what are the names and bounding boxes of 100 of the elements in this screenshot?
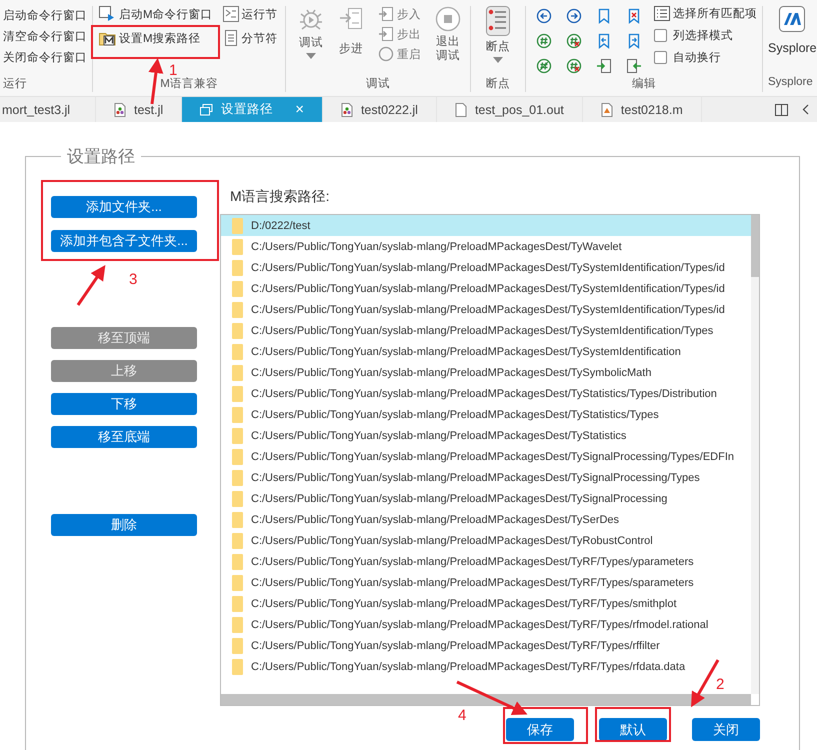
folder-icon — [232, 448, 243, 464]
ribbon-button[interactable]: 启动M命令行窗口 — [99, 6, 213, 22]
julia-file-icon — [114, 102, 126, 116]
dialog-button[interactable]: 关闭 — [692, 718, 760, 741]
scrollbar[interactable] — [751, 215, 759, 694]
path-item[interactable]: C:/Users/Public/TongYuan/syslab-mlang/PreloadMPackagesDest/TySerDes — [221, 509, 751, 530]
folder-icon — [232, 512, 243, 528]
path-item[interactable]: C:/Users/Public/TongYuan/syslab-mlang/PreloadMPackagesDest/TyWavelet — [221, 236, 751, 257]
bookmark-delete-icon[interactable] — [626, 8, 642, 24]
path-item[interactable]: C:/Users/Public/TongYuan/syslab-mlang/PreloadMPackagesDest/TySystemIdentification/Types/id — [221, 299, 751, 320]
hash-circle-icon[interactable] — [536, 33, 552, 49]
annotation-number: 1 — [169, 63, 178, 79]
list-title: M语言搜索路径: — [230, 188, 331, 206]
checkbox[interactable] — [654, 29, 667, 42]
ribbon-button[interactable]: 清空命令行窗口 — [3, 29, 87, 44]
breakpoint-list-icon — [486, 6, 510, 36]
move-button[interactable]: 移至底端 — [51, 426, 197, 448]
editor-tab[interactable]: mort_test3.jl — [0, 97, 96, 122]
matlab-file-icon — [600, 102, 613, 116]
path-item[interactable]: C:/Users/Public/TongYuan/syslab-mlang/PreloadMPackagesDest/TyStatistics/Types — [221, 404, 751, 425]
hash-circle-icon[interactable] — [536, 58, 552, 74]
folder-icon — [232, 260, 243, 276]
group-label: 运行 — [2, 76, 28, 92]
ribbon-button[interactable]: 步入 — [378, 6, 421, 22]
bookmark-right-icon[interactable] — [626, 33, 642, 49]
path-item[interactable]: C:/Users/Public/TongYuan/syslab-mlang/PreloadMPackagesDest/TySystemIdentification/Types/id — [221, 278, 751, 299]
folder-icon — [232, 302, 243, 318]
ribbon-button[interactable]: 分节符 — [222, 30, 278, 46]
checkbox[interactable] — [654, 51, 667, 64]
step-document-icon — [378, 26, 394, 42]
exit-debug-button[interactable]: 退出调试 — [435, 6, 461, 76]
path-item[interactable]: C:/Users/Public/TongYuan/syslab-mlang/PreloadMPackagesDest/TySystemIdentification — [221, 341, 751, 362]
document-arrow-icon[interactable] — [626, 58, 642, 74]
path-item[interactable]: C:/Users/Public/TongYuan/syslab-mlang/PreloadMPackagesDest/TyRF/Types/rfmodel.rational — [221, 614, 751, 635]
hash-delete-icon[interactable] — [566, 33, 582, 49]
annotation-number: 3 — [129, 272, 138, 288]
breakpoint-button[interactable]: 断点 — [486, 6, 510, 76]
add-folder-button[interactable]: 添加文件夹... — [51, 196, 197, 218]
path-item[interactable]: C:/Users/Public/TongYuan/syslab-mlang/PreloadMPackagesDest/TySymbolicMath — [221, 362, 751, 383]
scrollbar[interactable] — [221, 694, 751, 705]
section-run-icon — [222, 6, 239, 22]
move-button[interactable]: 下移 — [51, 393, 197, 415]
right-arrow-circle-icon[interactable] — [566, 8, 582, 24]
folder-icon — [232, 238, 243, 254]
folder-icon — [232, 428, 243, 444]
dialog-button[interactable]: 保存 — [506, 718, 574, 741]
folder-icon — [232, 616, 243, 632]
step-button[interactable]: 步进 — [338, 6, 364, 76]
folder-icon — [232, 658, 243, 674]
chevron-left-icon[interactable] — [802, 104, 809, 115]
left-arrow-circle-icon[interactable] — [536, 8, 552, 24]
path-item[interactable]: C:/Users/Public/TongYuan/syslab-mlang/PreloadMPackagesDest/TyRF/Types/rfdata.data — [221, 656, 751, 677]
path-item[interactable]: C:/Users/Public/TongYuan/syslab-mlang/PreloadMPackagesDest/TyStatistics — [221, 425, 751, 446]
folder-icon — [232, 638, 243, 654]
path-item[interactable]: C:/Users/Public/TongYuan/syslab-mlang/PreloadMPackagesDest/TySystemIdentification/Types — [221, 320, 751, 341]
add-folder-button[interactable]: 添加并包含子文件夹... — [51, 230, 197, 252]
folder-icon — [232, 386, 243, 402]
hash-delete-icon[interactable] — [566, 58, 582, 74]
path-item[interactable]: C:/Users/Public/TongYuan/syslab-mlang/PreloadMPackagesDest/TySignalProcessing/Types — [221, 467, 751, 488]
group-label: M语言兼容 — [159, 76, 219, 92]
annotation-arrow — [76, 265, 106, 306]
checkbox-option[interactable]: 列选择模式 — [654, 28, 757, 43]
stop-circle-icon — [435, 6, 461, 32]
path-item[interactable]: C:/Users/Public/TongYuan/syslab-mlang/PreloadMPackagesDest/TyRF/Types/sparameters — [221, 572, 751, 593]
ribbon-button[interactable]: 关闭命令行窗口 — [3, 50, 87, 65]
step-icon — [338, 6, 364, 32]
split-view-icon[interactable] — [775, 104, 788, 116]
dialog-button[interactable]: 默认 — [599, 718, 667, 741]
file-icon — [454, 102, 467, 116]
path-item[interactable]: C:/Users/Public/TongYuan/syslab-mlang/PreloadMPackagesDest/TyRF/Types/rffilter — [221, 635, 751, 656]
ribbon-button[interactable]: 步出 — [378, 26, 421, 42]
path-item[interactable]: C:/Users/Public/TongYuan/syslab-mlang/PreloadMPackagesDest/TySignalProcessing — [221, 488, 751, 509]
path-item[interactable]: C:/Users/Public/TongYuan/syslab-mlang/PreloadMPackagesDest/TyStatistics/Types/Distribution — [221, 383, 751, 404]
folder-icon — [232, 280, 243, 296]
sysplore-button[interactable]: Sysplore — [768, 6, 817, 76]
ribbon-button[interactable]: 重启 — [378, 46, 421, 62]
folder-icon — [232, 344, 243, 360]
ribbon-button[interactable]: 启动命令行窗口 — [3, 8, 87, 23]
delete-button[interactable]: 删除 — [51, 514, 197, 536]
select-all-matches-button[interactable]: 选择所有匹配项 — [654, 6, 757, 21]
path-item[interactable]: C:/Users/Public/TongYuan/syslab-mlang/PreloadMPackagesDest/TyRobustControl — [221, 530, 751, 551]
bookmark-icon[interactable] — [596, 8, 612, 24]
document-arrow-icon[interactable] — [596, 58, 612, 74]
path-item[interactable]: D:/0222/test — [221, 215, 751, 236]
debug-button[interactable]: 调试 — [298, 6, 324, 76]
path-item[interactable]: C:/Users/Public/TongYuan/syslab-mlang/PreloadMPackagesDest/TyRF/Types/yparameters — [221, 551, 751, 572]
julia-file-icon — [340, 102, 353, 116]
ribbon-button[interactable]: 运行节 — [222, 6, 278, 22]
ribbon-button[interactable]: 设置M搜索路径 — [99, 30, 213, 46]
path-item[interactable]: C:/Users/Public/TongYuan/syslab-mlang/PreloadMPackagesDest/TySignalProcessing/Types/EDFIn — [221, 446, 751, 467]
bookmark-left-icon[interactable] — [596, 33, 612, 49]
path-item[interactable]: C:/Users/Public/TongYuan/syslab-mlang/PreloadMPackagesDest/TyRF/Types/smithplot — [221, 593, 751, 614]
folder-m-icon — [99, 30, 116, 46]
checkbox-option[interactable]: 自动换行 — [654, 50, 757, 65]
folder-icon — [232, 596, 243, 612]
group-label: Sysplore — [767, 76, 814, 90]
folder-icon — [232, 574, 243, 590]
restart-icon — [378, 46, 394, 62]
folder-icon — [232, 554, 243, 570]
path-item[interactable]: C:/Users/Public/TongYuan/syslab-mlang/PreloadMPackagesDest/TySystemIdentification/Types/id — [221, 257, 751, 278]
